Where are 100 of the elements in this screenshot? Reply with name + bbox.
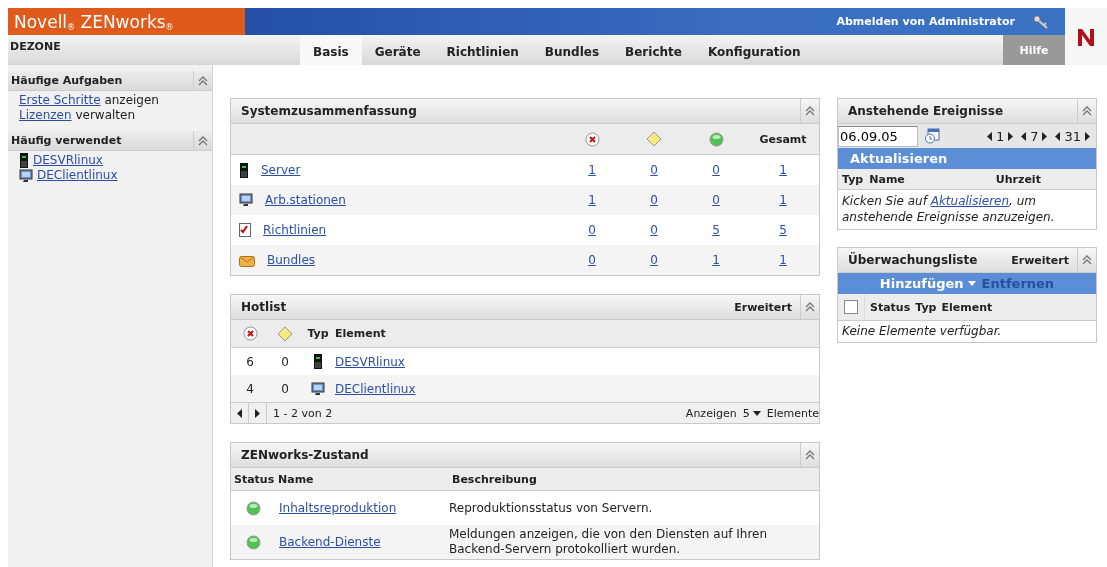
collapse-icon[interactable] [198,135,208,146]
description-text: Reproduktionsstatus von Servern. [449,500,654,516]
empty-message: Keine Elemente verfügbar. [841,323,1003,340]
panel-title: Anstehende Ereignisse [847,104,1004,118]
count-link[interactable]: 0 [650,253,658,267]
nav-tab[interactable]: Bundles [531,35,613,65]
left-arrow-icon[interactable] [986,131,992,141]
count-link[interactable]: 1 [588,163,596,177]
nav-tab[interactable]: Geräte [361,35,434,65]
nav-tab[interactable]: Berichte [612,35,695,65]
date-field[interactable]: 06.09.05 [838,125,918,147]
advanced-link[interactable]: Erweitert [1011,253,1077,267]
items-label: Elemente [766,406,819,420]
column-header: Element [941,300,993,314]
error-icon [584,131,600,147]
monitor-icon [311,381,325,396]
column-header: Status [233,472,275,486]
task-link[interactable]: Lizenzen [19,108,72,122]
left-arrow-icon[interactable] [1055,131,1061,141]
column-header: Typ [915,300,937,314]
right-arrow-icon[interactable] [1008,131,1014,141]
count-link[interactable]: 0 [588,253,596,267]
count-link[interactable]: 0 [650,193,658,207]
refresh-link[interactable]: Aktualisieren [930,194,1010,208]
device-link[interactable]: DESVRlinux [33,153,103,168]
category-link[interactable]: Bundles [267,253,316,267]
device-link[interactable]: DEClientlinux [37,168,118,183]
column-header: Beschreibung [451,472,537,486]
panel-title: Hotlist [240,300,288,314]
category-link[interactable]: Richtlinien [263,223,327,237]
count-link[interactable]: 1 [779,163,787,177]
key-icon[interactable] [1033,14,1049,29]
page-range: 1 - 2 von 2 [272,406,334,420]
logout-link[interactable]: Abmelden von Administrator [836,15,1015,28]
collapse-icon[interactable] [198,75,208,86]
collapse-icon[interactable] [805,302,815,312]
error-count: 4 [246,381,254,396]
section-title: Häufige Aufgaben [11,74,123,87]
nav-tab[interactable]: Richtlinien [433,35,532,65]
right-arrow-icon[interactable] [1085,131,1090,141]
description-text: Meldungen anzeigen, die von den Diensten auf Ihren Backend-Servern protokolliert wurden. [449,527,769,557]
ok-icon [245,500,261,516]
stepper-value: 7 [1030,128,1039,144]
column-header: Name [869,172,905,186]
count-link[interactable]: 0 [650,223,658,237]
nav-tab[interactable]: Konfiguration [694,35,814,65]
count-link[interactable]: 5 [712,223,720,237]
collapse-icon[interactable] [1082,255,1092,265]
task-line: Erste Schritte anzeigen [19,93,160,108]
left-arrow-icon[interactable] [237,408,242,418]
calendar-icon[interactable] [924,128,940,144]
n-logo-icon [1076,26,1096,47]
column-header: Status [870,300,911,314]
warning-icon [646,131,662,147]
category-link[interactable]: Server [261,163,301,177]
show-label: Anzeigen [685,406,737,420]
error-count: 6 [246,354,254,369]
column-header: Name [277,472,314,486]
count-link[interactable]: 5 [779,223,787,237]
ok-icon [245,534,261,550]
advanced-link[interactable]: Erweitert [734,300,800,314]
error-icon [242,326,258,341]
panel-title: ZENworks-Zustand [240,448,370,462]
category-link[interactable]: Arb.stationen [265,193,346,207]
warning-count: 0 [281,381,289,396]
warning-count: 0 [281,354,289,369]
task-link[interactable]: Erste Schritte [19,93,101,107]
panel-title: Überwachungsliste [847,253,979,267]
column-header: Gesamt [759,132,807,146]
count-link[interactable]: 0 [712,163,720,177]
count-link[interactable]: 1 [779,253,787,267]
right-arrow-icon[interactable] [255,408,260,418]
collapse-icon[interactable] [1082,106,1092,116]
stepper-value: 31 [1064,128,1081,144]
collapse-icon[interactable] [805,450,815,460]
count-link[interactable]: 0 [650,163,658,177]
right-arrow-icon[interactable] [1042,131,1048,141]
monitor-icon [239,193,253,207]
nav-tab[interactable]: Basis [300,35,362,65]
monitor-icon [19,168,33,183]
count-link[interactable]: 0 [588,223,596,237]
left-arrow-icon[interactable] [1021,131,1027,141]
collapse-icon[interactable] [805,106,815,116]
service-link[interactable]: Inhaltsreproduktion [275,501,397,515]
column-header: Typ [842,172,864,186]
server-icon [19,153,29,168]
count-link[interactable]: 1 [588,193,596,207]
task-line: Lizenzen verwalten [19,108,137,123]
element-link[interactable]: DEClientlinux [335,381,416,396]
count-link[interactable]: 0 [712,193,720,207]
column-header: Uhrzeit [995,172,1041,186]
element-link[interactable]: DESVRlinux [335,354,405,369]
warning-icon [277,325,293,342]
count-link[interactable]: 1 [779,193,787,207]
count-link[interactable]: 1 [712,253,720,267]
stepper-value: 1 [995,128,1005,144]
select-all-checkbox[interactable] [844,300,858,314]
ok-icon [708,131,724,147]
page-size-dropdown[interactable]: 5 [742,406,761,420]
caret-icon[interactable] [752,410,761,416]
